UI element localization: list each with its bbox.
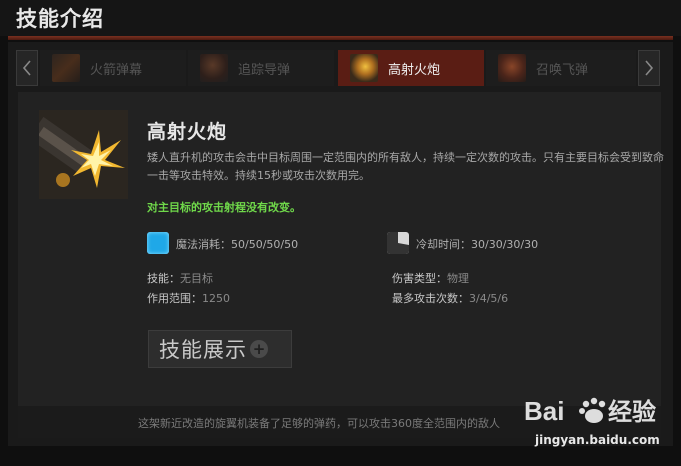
svg-text:经验: 经验 bbox=[608, 398, 656, 426]
footer-lore-text: 这架新近改造的旋翼机装备了足够的弹药，可以攻击360度全范围内的敌人 bbox=[138, 417, 500, 430]
page-header: 技能介绍 bbox=[0, 0, 681, 36]
tab-label: 追踪导弹 bbox=[238, 62, 291, 78]
cooldown: 冷却时间：30/30/30/30 bbox=[416, 238, 539, 251]
skill-note: 对主目标的攻击射程没有改变。 bbox=[147, 201, 301, 214]
stat-value: 无目标 bbox=[180, 272, 213, 285]
flak-cannon-icon bbox=[39, 110, 128, 199]
stat-key: 最多攻击次数： bbox=[392, 292, 469, 305]
call-down-icon bbox=[498, 54, 526, 82]
tab-flak-cannon[interactable]: 高射火炮 bbox=[338, 50, 484, 86]
stat-damage-type: 伤害类型：物理 bbox=[392, 270, 469, 286]
stat-key: 技能： bbox=[147, 272, 180, 285]
chevron-right-icon bbox=[645, 60, 654, 76]
baidu-watermark-logo: Bai 经验 bbox=[524, 392, 674, 432]
stat-value: 1250 bbox=[202, 292, 230, 305]
skill-description: 矮人直升机的攻击会击中目标周围一定范围内的所有敌人，持续一定次数的攻击。只有主要… bbox=[147, 151, 664, 182]
plus-circle-icon: + bbox=[250, 340, 268, 358]
rocket-barrage-icon bbox=[52, 54, 80, 82]
tab-label: 召唤飞弹 bbox=[536, 62, 589, 78]
mana-cost: 魔法消耗：50/50/50/50 bbox=[176, 238, 299, 251]
tab-label: 火箭弹幕 bbox=[90, 62, 143, 78]
tab-label: 高射火炮 bbox=[388, 62, 441, 78]
homing-missile-icon bbox=[200, 54, 228, 82]
tab-next-button[interactable] bbox=[638, 50, 660, 86]
skill-name: 高射火炮 bbox=[147, 121, 228, 143]
stat-max-attacks: 最多攻击次数：3/4/5/6 bbox=[392, 290, 508, 306]
watermark-url: jingyan.baidu.com bbox=[535, 433, 660, 447]
tab-rocket-barrage[interactable]: 火箭弹幕 bbox=[40, 50, 186, 86]
stat-ability: 技能：无目标 bbox=[147, 270, 213, 286]
stat-value: 物理 bbox=[447, 272, 469, 285]
header-divider bbox=[8, 36, 673, 40]
stat-range: 作用范围：1250 bbox=[147, 290, 230, 306]
page-title: 技能介绍 bbox=[16, 7, 104, 31]
skill-tab-bar: 火箭弹幕 追踪导弹 高射火炮 召唤飞弹 bbox=[16, 50, 660, 86]
stat-key: 伤害类型： bbox=[392, 272, 447, 285]
tab-homing-missile[interactable]: 追踪导弹 bbox=[188, 50, 334, 86]
skill-demo-button[interactable]: 技能展示 + bbox=[148, 330, 292, 368]
tab-prev-button[interactable] bbox=[16, 50, 38, 86]
stat-value: 3/4/5/6 bbox=[469, 292, 509, 305]
mana-icon bbox=[147, 232, 169, 254]
svg-text:Bai: Bai bbox=[524, 396, 564, 426]
flak-cannon-icon bbox=[350, 54, 378, 82]
cooldown-icon bbox=[387, 232, 409, 254]
chevron-left-icon bbox=[22, 60, 31, 76]
skill-demo-label: 技能展示 bbox=[159, 338, 247, 362]
stat-key: 作用范围： bbox=[147, 292, 202, 305]
tab-call-down[interactable]: 召唤飞弹 bbox=[486, 50, 636, 86]
